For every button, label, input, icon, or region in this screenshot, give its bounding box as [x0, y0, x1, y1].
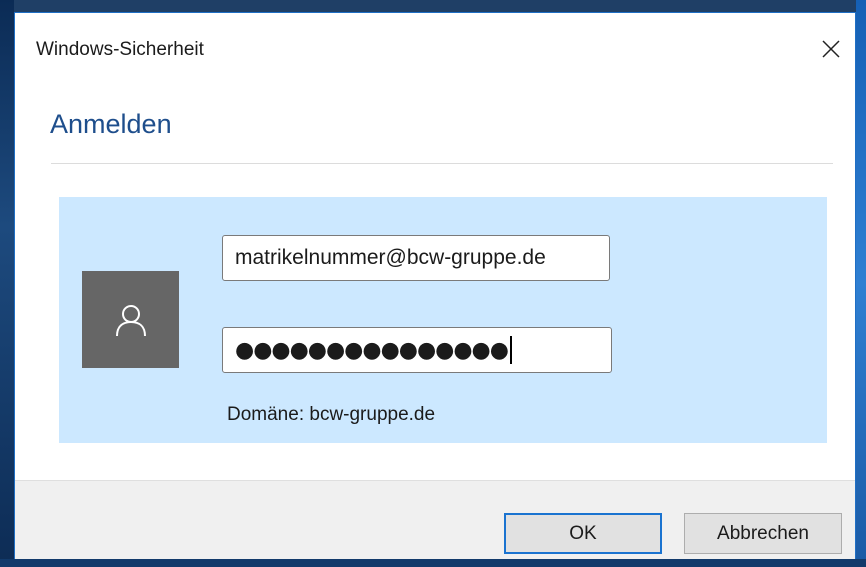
text-caret [509, 336, 512, 364]
close-icon [822, 40, 840, 58]
password-masked-value: ●●●●●●●●●●●●●●● [235, 337, 509, 363]
domain-label: Domäne: bcw-gruppe.de [227, 404, 436, 425]
security-dialog: Windows-Sicherheit Anmelden ●●●●●●●●●●●●… [14, 12, 856, 559]
credential-tile[interactable]: ●●●●●●●●●●●●●●● Domäne: bcw-gruppe.de [59, 197, 827, 443]
user-avatar-icon [115, 304, 146, 336]
username-input[interactable] [222, 235, 610, 281]
close-button[interactable] [813, 33, 849, 65]
title-bar: Windows-Sicherheit [15, 13, 855, 79]
button-bar: OK Abbrechen [15, 480, 855, 559]
desktop-background-bottom [0, 559, 866, 567]
desktop-background-left [0, 0, 14, 567]
ok-button[interactable]: OK [504, 513, 662, 554]
user-avatar [82, 271, 179, 368]
window-title: Windows-Sicherheit [36, 39, 204, 60]
cancel-button[interactable]: Abbrechen [684, 513, 842, 554]
desktop-background-right [856, 0, 866, 567]
dialog-heading: Anmelden [50, 109, 172, 139]
heading-divider [51, 163, 833, 164]
password-input[interactable]: ●●●●●●●●●●●●●●● [222, 327, 612, 373]
